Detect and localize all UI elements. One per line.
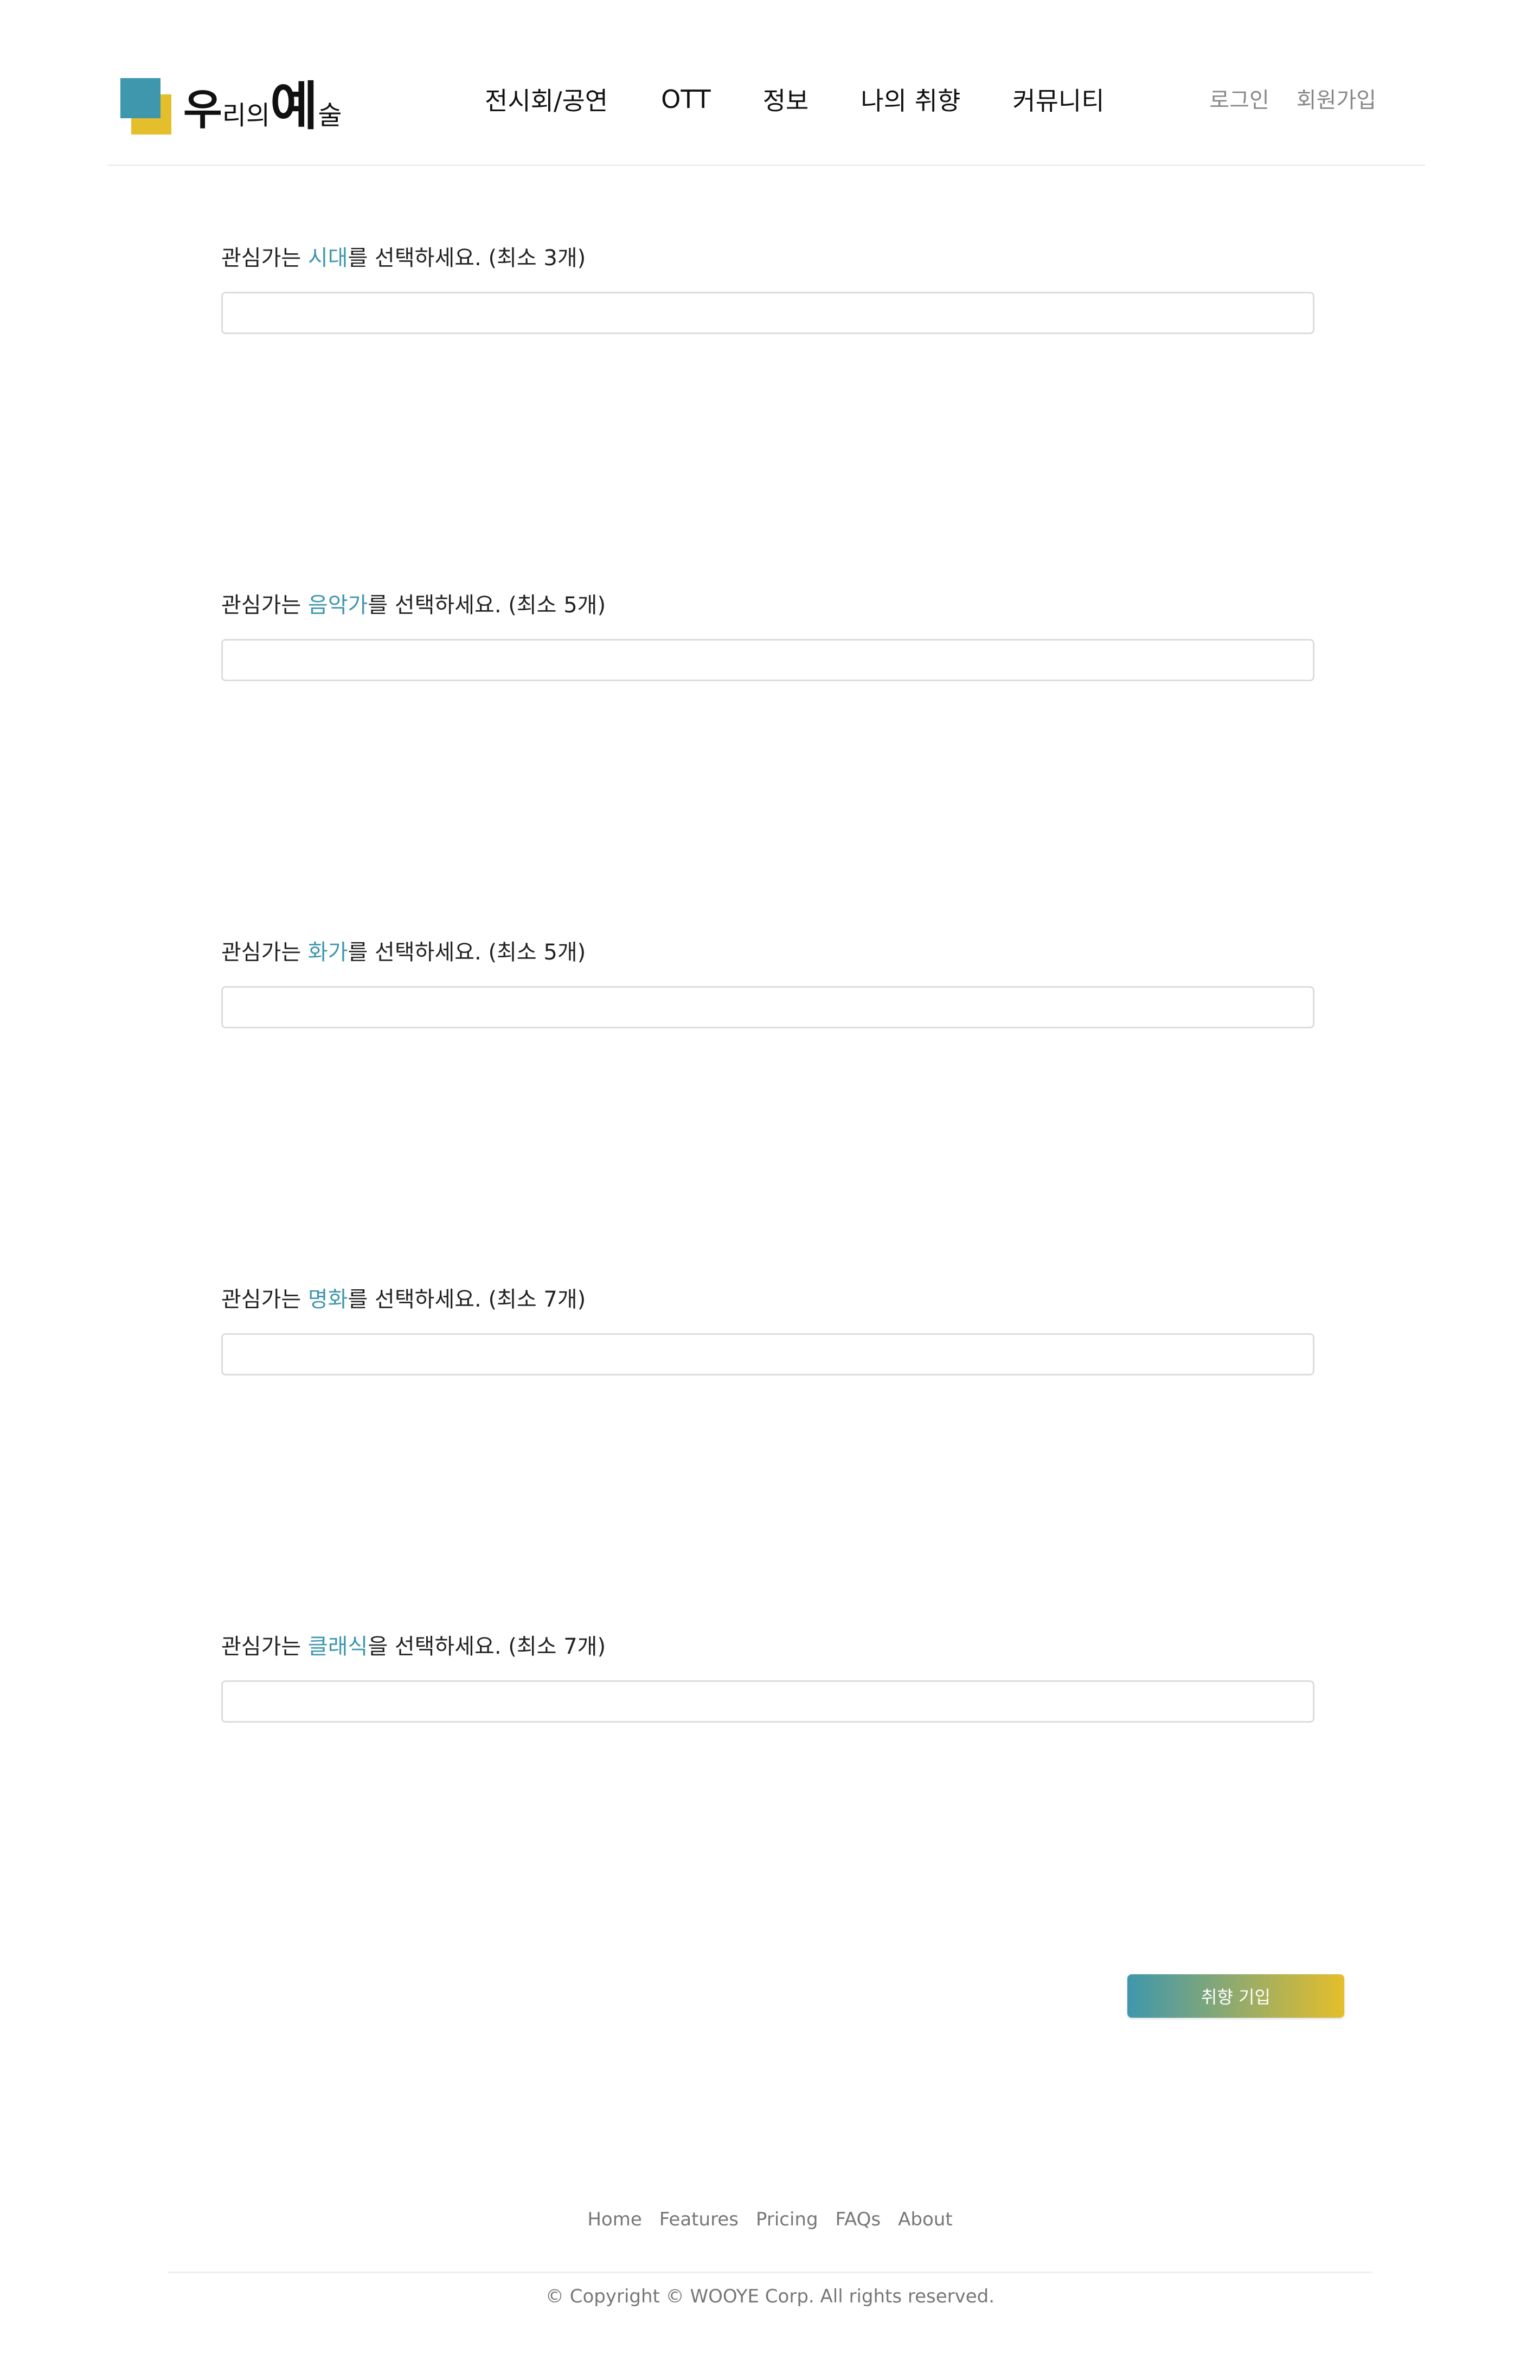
footer-link-about[interactable]: About xyxy=(898,2209,953,2230)
musician-select-field[interactable] xyxy=(221,639,1314,681)
nav-item-exhibitions[interactable]: 전시회/공연 xyxy=(485,81,608,117)
question-highlight: 음악가 xyxy=(307,593,368,618)
question-era: 관심가는 시대를 선택하세요. (최소 3개) xyxy=(221,242,1314,334)
footer-link-features[interactable]: Features xyxy=(659,2209,739,2230)
question-suffix: 를 선택하세요. (최소 5개) xyxy=(348,940,586,965)
submit-taste-button[interactable]: 취향 기입 xyxy=(1127,1974,1344,2018)
footer-divider xyxy=(168,2272,1372,2273)
question-classical: 관심가는 클래식을 선택하세요. (최소 7개) xyxy=(221,1630,1314,1723)
main-nav: 전시회/공연 OTT 정보 나의 취향 커뮤니티 xyxy=(485,80,1159,118)
auth-links: 로그인 회원가입 xyxy=(1182,82,1376,114)
question-label: 관심가는 명화를 선택하세요. (최소 7개) xyxy=(221,1283,1314,1316)
question-highlight: 시대 xyxy=(307,246,348,271)
logo-char-2: 리의 xyxy=(222,100,271,131)
masterpiece-select-field[interactable] xyxy=(221,1333,1314,1375)
question-prefix: 관심가는 xyxy=(221,1287,308,1312)
footer-link-pricing[interactable]: Pricing xyxy=(756,2209,818,2230)
login-link[interactable]: 로그인 xyxy=(1209,82,1269,114)
question-label: 관심가는 음악가를 선택하세요. (최소 5개) xyxy=(221,589,1314,622)
question-prefix: 관심가는 xyxy=(221,246,308,271)
question-prefix: 관심가는 xyxy=(221,1634,308,1659)
question-painter: 관심가는 화가를 선택하세요. (최소 5개) xyxy=(221,936,1314,1028)
question-label: 관심가는 클래식을 선택하세요. (최소 7개) xyxy=(221,1630,1314,1663)
logo-char-3: 예 xyxy=(270,76,318,137)
nav-item-my-taste[interactable]: 나의 취향 xyxy=(861,81,960,117)
footer-link-faqs[interactable]: FAQs xyxy=(836,2209,881,2230)
question-suffix: 를 선택하세요. (최소 3개) xyxy=(348,246,586,271)
copyright-text: © Copyright © WOOYE Corp. All rights res… xyxy=(545,2286,995,2307)
question-highlight: 화가 xyxy=(307,940,348,965)
question-label: 관심가는 화가를 선택하세요. (최소 5개) xyxy=(221,936,1314,969)
footer-link-home[interactable]: Home xyxy=(587,2209,641,2230)
question-suffix: 를 선택하세요. (최소 5개) xyxy=(368,593,606,618)
question-prefix: 관심가는 xyxy=(221,593,308,618)
question-suffix: 를 선택하세요. (최소 7개) xyxy=(348,1287,586,1312)
site-header: 우리의예술 전시회/공연 OTT 정보 나의 취향 커뮤니티 로그인 회원가입 xyxy=(107,0,1425,166)
logo-square-blue xyxy=(120,78,161,118)
footer-nav: Home Features Pricing FAQs About xyxy=(0,2209,1540,2230)
site-logo[interactable]: 우리의예술 xyxy=(120,78,342,141)
question-highlight: 클래식 xyxy=(307,1634,368,1659)
classical-select-field[interactable] xyxy=(221,1680,1314,1723)
question-label: 관심가는 시대를 선택하세요. (최소 3개) xyxy=(221,242,1314,274)
logo-char-4: 술 xyxy=(318,100,342,131)
painter-select-field[interactable] xyxy=(221,986,1314,1028)
question-masterpiece: 관심가는 명화를 선택하세요. (최소 7개) xyxy=(221,1283,1314,1375)
logo-text: 우리의예술 xyxy=(183,80,342,132)
nav-item-ott[interactable]: OTT xyxy=(661,85,711,114)
question-highlight: 명화 xyxy=(307,1287,348,1312)
era-select-field[interactable] xyxy=(221,292,1314,334)
nav-item-community[interactable]: 커뮤니티 xyxy=(1012,81,1104,117)
question-prefix: 관심가는 xyxy=(221,940,308,965)
signup-link[interactable]: 회원가입 xyxy=(1297,82,1376,114)
question-suffix: 을 선택하세요. (최소 7개) xyxy=(368,1634,606,1659)
nav-item-info[interactable]: 정보 xyxy=(763,81,809,117)
logo-char-1: 우 xyxy=(183,86,222,135)
question-musician: 관심가는 음악가를 선택하세요. (최소 5개) xyxy=(221,589,1314,681)
